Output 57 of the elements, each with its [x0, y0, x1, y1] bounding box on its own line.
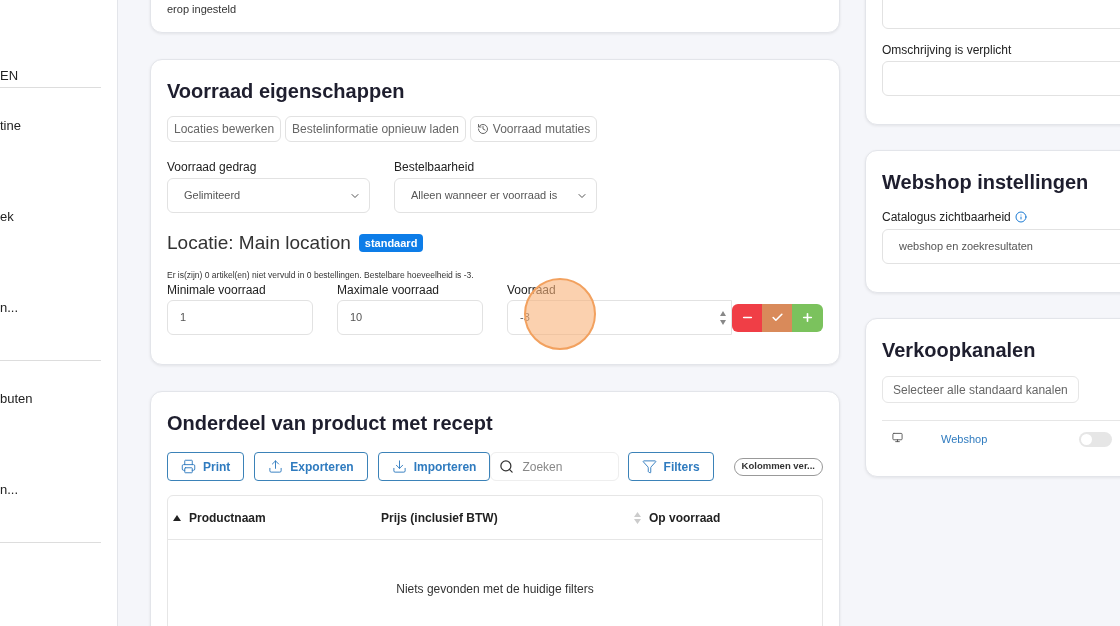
field-label: Maximale voorraad — [337, 283, 441, 298]
filter-icon — [641, 459, 657, 474]
download-icon — [391, 459, 407, 474]
plus-icon — [801, 311, 814, 324]
field-label: Minimale voorraad — [167, 283, 267, 298]
description-input[interactable] — [882, 61, 1120, 96]
empty-message: Niets gevonden met de huidige filters — [396, 582, 594, 596]
search-field[interactable]: Zoeken — [490, 452, 619, 481]
select-all-button[interactable]: Selecteer alle standaard kanalen — [882, 376, 1079, 403]
spinner-icon — [719, 309, 727, 326]
confirm-button[interactable] — [762, 303, 792, 332]
sidebar-item[interactable]: n... — [0, 482, 19, 497]
card-title: Onderdeel van product met recept — [167, 411, 494, 436]
check-icon — [770, 311, 784, 324]
action-button[interactable]: Locaties bewerken — [167, 116, 282, 142]
field-label: Bestelbaarheid — [394, 160, 476, 175]
sort-icon — [634, 511, 641, 524]
filters-button[interactable]: Filters — [627, 452, 714, 481]
toolbar-button[interactable]: Print — [167, 452, 245, 481]
column-header[interactable]: Productnaam — [189, 508, 266, 527]
monitor-icon — [892, 432, 903, 443]
card-text: erop ingesteld — [167, 3, 237, 15]
select-field[interactable]: Alleen wanneer er voorraad is — [394, 178, 597, 213]
select-field[interactable]: Gelimiteerd — [167, 178, 370, 213]
info-icon[interactable] — [1014, 211, 1027, 223]
sort-ascending-icon — [173, 514, 181, 521]
field-label: Catalogus zichtbaarheid — [882, 209, 1011, 226]
default-badge: standaard — [358, 233, 424, 253]
visibility-select[interactable]: webshop en zoekresultaten — [882, 229, 1120, 264]
location-title: Locatie: Main location — [167, 231, 351, 255]
column-header[interactable]: Prijs (inclusief BTW) — [381, 508, 498, 527]
columns-button[interactable]: Kolommen ver... — [733, 457, 823, 476]
upload-icon — [268, 459, 284, 474]
sidebar-item[interactable]: tine — [0, 118, 21, 133]
column-header[interactable]: Op voorraad — [649, 508, 721, 527]
number-input[interactable]: 1 — [167, 300, 313, 335]
number-input[interactable]: 10 — [337, 300, 483, 335]
toolbar-button[interactable]: Importeren — [377, 452, 491, 481]
sidebar-item[interactable]: n... — [0, 300, 19, 315]
field-label: Voorraad gedrag — [167, 160, 258, 175]
card-title: Webshop instellingen — [882, 170, 1090, 195]
action-button[interactable]: Bestelinformatie opnieuw laden — [285, 116, 466, 142]
decrease-button[interactable] — [732, 303, 762, 332]
action-button[interactable]: Voorraad mutaties — [469, 116, 598, 142]
sidebar-item[interactable]: ek — [0, 209, 14, 224]
increase-button[interactable] — [792, 303, 823, 332]
card-title: Verkoopkanalen — [882, 338, 1037, 363]
sidebar-header: EN — [0, 68, 19, 83]
card-title: Voorraad eigenschappen — [167, 79, 406, 104]
info-text: Er is(zijn) 0 artikel(en) niet vervuld in 0 bestellingen. Bestelbare hoeveelheid is -3. — [167, 270, 475, 281]
toolbar-button[interactable]: Exporteren — [254, 452, 368, 481]
printer-icon — [181, 459, 196, 474]
sidebar-item[interactable]: buten — [0, 391, 33, 406]
channel-toggle[interactable] — [1079, 432, 1112, 447]
search-icon — [499, 459, 515, 474]
channel-link[interactable]: Webshop — [941, 431, 1079, 448]
field-label: Omschrijving is verplicht — [882, 43, 1013, 58]
